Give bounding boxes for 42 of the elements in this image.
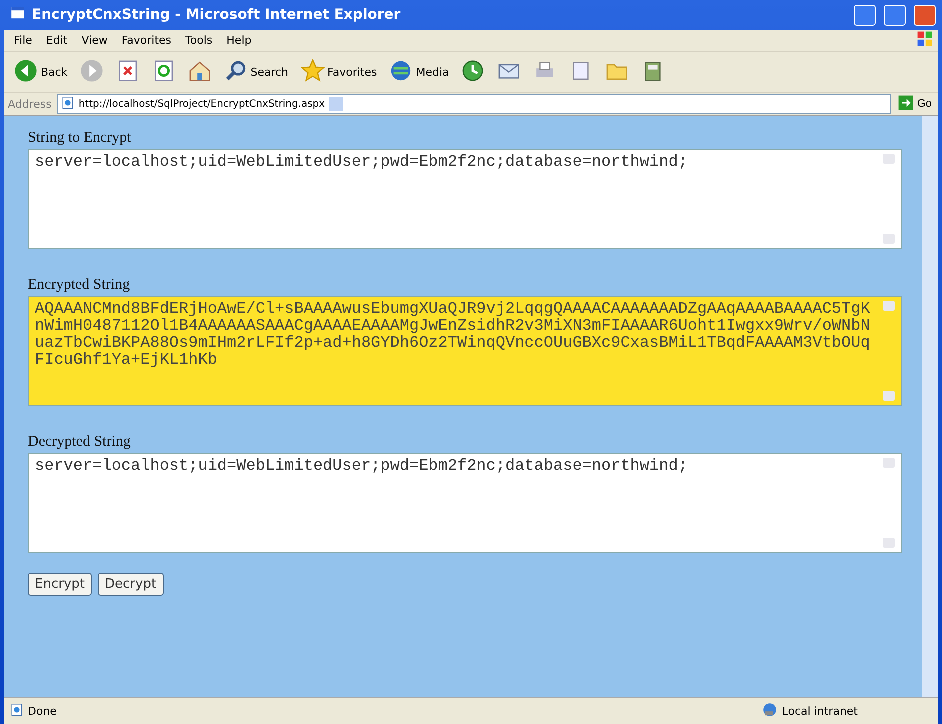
field-label: Decrypted String — [28, 434, 132, 451]
scroll-up-icon — [883, 301, 895, 311]
close-button[interactable] — [914, 4, 936, 26]
browser-icon — [10, 5, 26, 21]
search-button[interactable]: Search — [222, 56, 291, 88]
favorites-button[interactable]: Favorites — [298, 56, 380, 88]
go-button[interactable]: Go — [896, 94, 934, 114]
menu-item[interactable]: Edit — [46, 34, 68, 47]
address-field[interactable]: http://localhost/SqlProject/EncryptCnxString.aspx — [56, 94, 892, 114]
menu-item[interactable]: View — [82, 34, 108, 47]
back-icon — [14, 58, 38, 82]
menu-item[interactable]: File — [14, 34, 32, 47]
network-icon — [762, 702, 778, 718]
field-label: Encrypted String — [28, 277, 132, 294]
menu-item[interactable]: Favorites — [122, 34, 172, 47]
scrollbar[interactable] — [922, 116, 938, 697]
window-title: EncryptCnxString - Microsoft Internet Explorer — [32, 7, 402, 23]
action-button[interactable]: Encrypt — [28, 573, 92, 596]
action-button[interactable]: Decrypt — [98, 573, 164, 596]
zone-text: Local intranet — [782, 704, 858, 718]
text-area[interactable]: server=localhost;uid=WebLimitedUser;pwd=Ebm2f2nc;database=northwind; — [28, 149, 902, 249]
search-icon — [224, 58, 248, 82]
windows-logo-icon — [916, 30, 934, 48]
media-button[interactable]: Media — [387, 56, 452, 88]
menu-item[interactable]: Tools — [186, 34, 213, 47]
text-area[interactable]: AQAAANCMnd8BFdERjHoAwE/Cl+sBAAAAwusEbumgXUaQJR9vj2LqqgQAAAACAAAAAAADZgAAqAAAABAAAAC5TgKnWimH0487112Ol1B4AAAAAASAAACgAAAAEAAAAMgJwEnZsidhR2v3MiXN3mFIAAAAR6Uoht1Iwgxx9Wrv/oWNbNuazTbCwiBKPA88Os9mIHm2rLFIf2p+ad+h8GYDh6Oz2TWinqQVnccOUuGBXc9CxasBMiL1TBqdFAAAAM3VtbOUqFIcuGhf1Ya+EjKL1hKb — [28, 296, 902, 406]
forward-icon — [80, 58, 104, 82]
globe-icon — [389, 58, 414, 82]
status-text: Done — [28, 704, 57, 718]
address-text: http://localhost/SqlProject/EncryptCnxString.aspx — [78, 98, 326, 110]
clock-icon — [461, 58, 486, 82]
page-icon — [10, 702, 24, 716]
scroll-down-icon — [883, 391, 895, 401]
field-label: String to Encrypt — [28, 130, 132, 147]
page-icon — [60, 96, 75, 110]
menu-item[interactable]: Help — [226, 34, 252, 47]
back-button[interactable]: Back — [12, 56, 70, 88]
address-label: Address — [8, 98, 52, 110]
text-area[interactable]: server=localhost;uid=WebLimitedUser;pwd=Ebm2f2nc;database=northwind; — [28, 453, 902, 553]
minimize-button[interactable] — [854, 4, 876, 26]
maximize-button[interactable] — [884, 4, 906, 26]
star-icon — [300, 58, 325, 82]
